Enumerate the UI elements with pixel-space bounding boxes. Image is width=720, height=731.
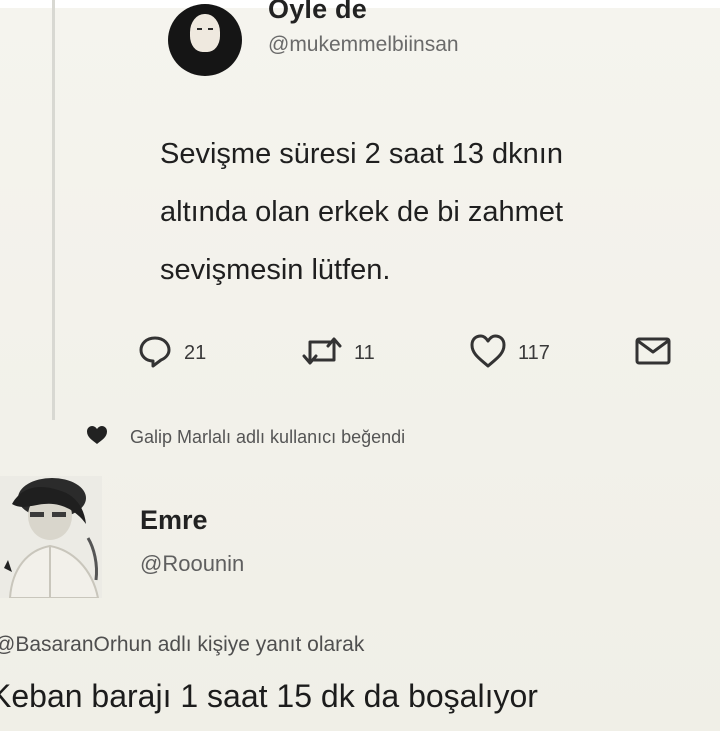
retweet-icon — [300, 334, 344, 373]
avatar-eye-left — [197, 28, 202, 30]
author1-name[interactable]: Öyle de — [268, 0, 367, 25]
author2-handle[interactable]: @Roounin — [140, 551, 244, 577]
author2-name[interactable]: Emre — [140, 505, 208, 536]
like-count: 117 — [518, 341, 550, 364]
tweet2-body: Keban barajı 1 saat 15 dk da boşalıyor — [0, 678, 538, 714]
tweet1-line-3: sevişmesin lütfen. — [160, 254, 391, 286]
heart-icon — [468, 333, 508, 374]
tweet1-line-1: Sevişme süresi 2 saat 13 dknın — [160, 138, 563, 170]
retweet-count: 11 — [354, 341, 375, 364]
reply-button[interactable]: 21 — [136, 330, 206, 376]
tweet-thread-screenshot: Öyle de @mukemmelbiinsan Sevişme süresi … — [0, 0, 720, 731]
reply-icon — [136, 332, 174, 375]
liked-by-text: Galip Marlalı adlı kullanıcı beğendi — [130, 427, 406, 447]
avatar-eye-right — [208, 28, 213, 30]
author1-avatar[interactable] — [168, 4, 242, 76]
retweet-button[interactable]: 11 — [300, 330, 375, 376]
author2-avatar[interactable] — [0, 476, 102, 598]
tweet1-body: Sevişme süresi 2 saat 13 dknın altında o… — [160, 125, 700, 299]
tweet1-line-2: altında olan erkek de bi zahmet — [160, 196, 564, 228]
direct-message-button[interactable] — [634, 330, 672, 376]
tweet1-action-bar: 21 11 117 — [0, 330, 720, 376]
envelope-icon — [634, 335, 672, 372]
like-button[interactable]: 117 — [468, 330, 550, 376]
heart-filled-icon — [86, 425, 108, 450]
author1-handle[interactable]: @mukemmelbiinsan — [268, 33, 459, 57]
reply-count: 21 — [184, 341, 207, 364]
reply-context[interactable]: @BasaranOrhun adlı kişiye yanıt olarak — [0, 633, 364, 657]
social-context-liked[interactable]: Galip Marlalı adlı kullanıcı beğendi — [86, 425, 405, 450]
avatar-face — [190, 14, 220, 52]
